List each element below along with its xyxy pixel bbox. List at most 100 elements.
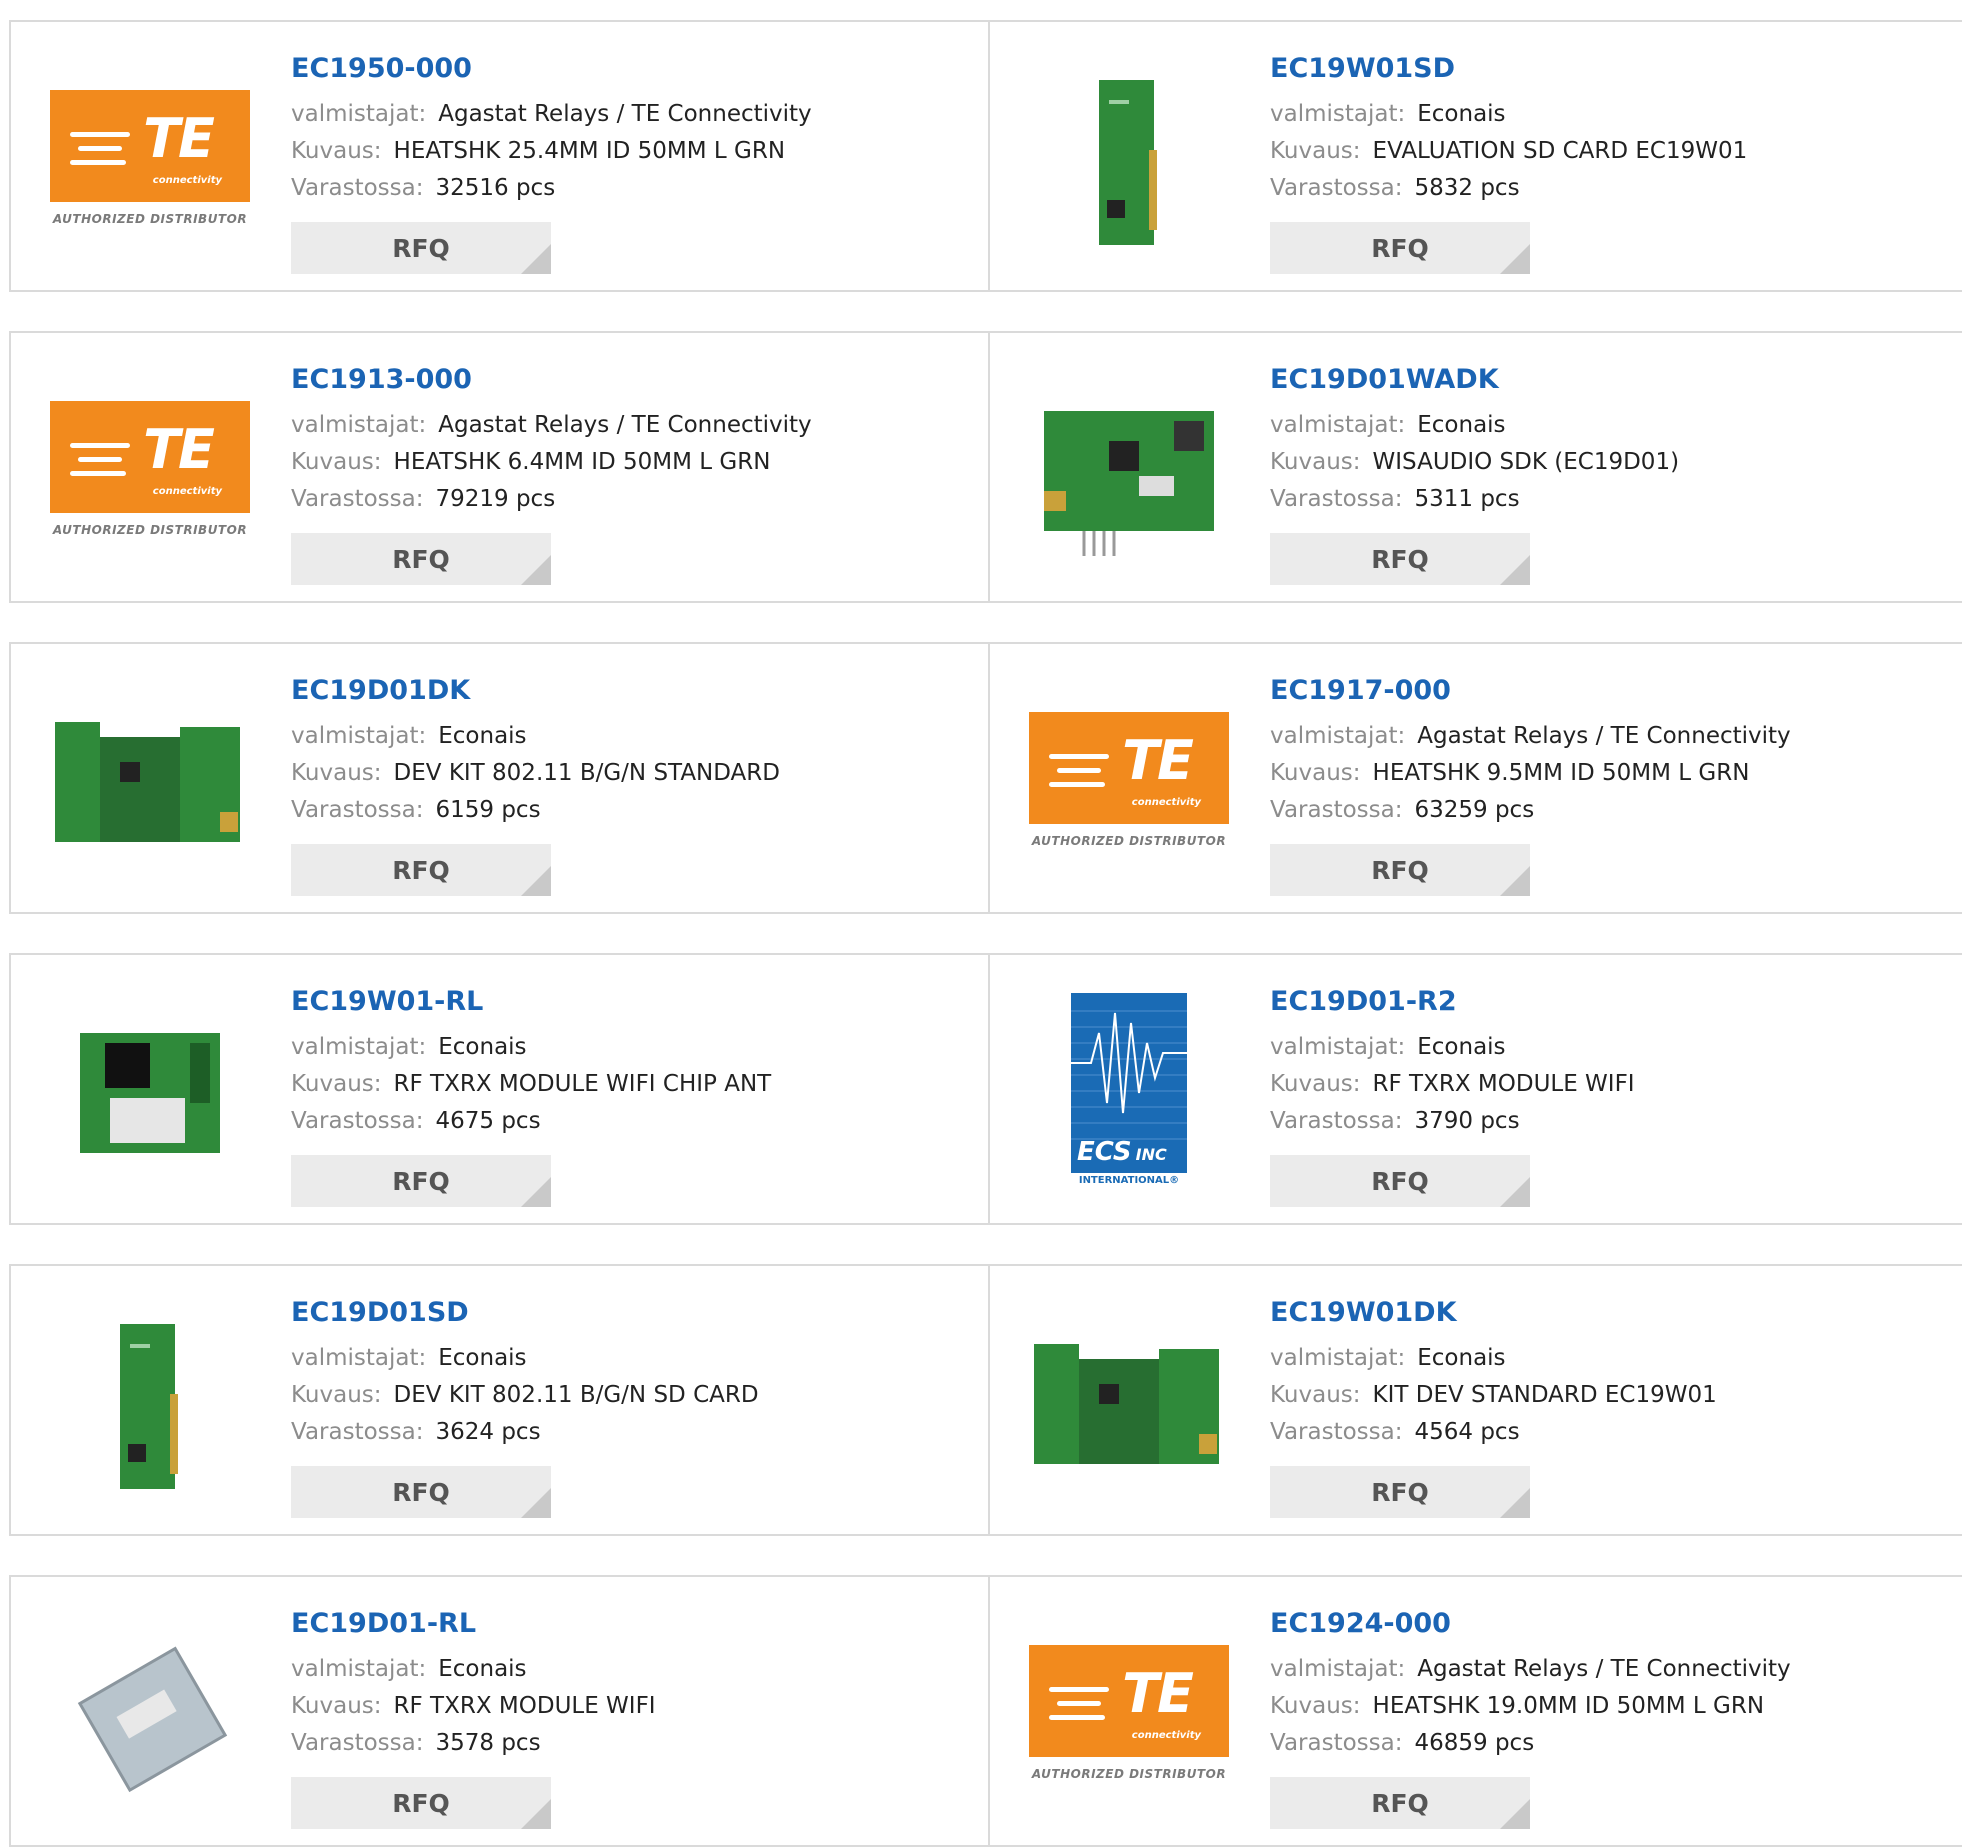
manufacturer-label: valmistajat: bbox=[291, 1656, 427, 1682]
manufacturer-label: valmistajat: bbox=[1270, 723, 1406, 749]
stock-value: 63259 pcs bbox=[1414, 797, 1535, 823]
te-stripes-icon bbox=[1049, 754, 1109, 796]
product-part-number-link[interactable]: EC19D01-R2 bbox=[1270, 985, 1945, 1019]
stock-line: Varastossa: 5311 pcs bbox=[1270, 481, 1945, 518]
rfq-button-label: RFQ bbox=[392, 544, 450, 574]
product-thumbnail[interactable] bbox=[50, 682, 250, 882]
te-logo-letters: TE bbox=[143, 106, 215, 170]
product-part-number-link[interactable]: EC19D01-RL bbox=[291, 1607, 966, 1641]
stock-label: Varastossa: bbox=[1270, 1419, 1403, 1445]
description-label: Kuvaus: bbox=[291, 1693, 382, 1719]
product-part-number-link[interactable]: EC19D01WADK bbox=[1270, 363, 1945, 397]
stock-value: 79219 pcs bbox=[435, 486, 556, 512]
stock-value: 3624 pcs bbox=[435, 1419, 541, 1445]
rfq-button[interactable]: RFQ bbox=[1270, 222, 1530, 274]
product-part-number-link[interactable]: EC1917-000 bbox=[1270, 674, 1945, 708]
product-thumbnail[interactable]: ECS INC INTERNATIONAL® bbox=[1029, 993, 1229, 1193]
manufacturer-line: valmistajat: Agastat Relays / TE Connecti… bbox=[291, 96, 966, 133]
rfq-button[interactable]: RFQ bbox=[291, 844, 551, 896]
stock-label: Varastossa: bbox=[1270, 486, 1403, 512]
te-logo-tagline: connectivity bbox=[1131, 1730, 1201, 1741]
rfq-button[interactable]: RFQ bbox=[291, 1777, 551, 1829]
rfq-button[interactable]: RFQ bbox=[291, 1466, 551, 1518]
stock-label: Varastossa: bbox=[1270, 797, 1403, 823]
product-thumbnail[interactable]: TE connectivity AUTHORIZED DISTRIBUTOR bbox=[50, 60, 250, 260]
manufacturer-value: Agastat Relays / TE Connectivity bbox=[438, 101, 812, 127]
rfq-button-label: RFQ bbox=[392, 855, 450, 885]
description-line: Kuvaus: RF TXRX MODULE WIFI CHIP ANT bbox=[291, 1066, 966, 1103]
rfq-button[interactable]: RFQ bbox=[291, 1155, 551, 1207]
wifi-module-image bbox=[80, 1033, 220, 1153]
description-value: KIT DEV STANDARD EC19W01 bbox=[1372, 1382, 1717, 1408]
description-line: Kuvaus: HEATSHK 25.4MM ID 50MM L GRN bbox=[291, 133, 966, 170]
te-stripes-icon bbox=[1049, 1687, 1109, 1729]
description-label: Kuvaus: bbox=[291, 1382, 382, 1408]
product-part-number-link[interactable]: EC19W01-RL bbox=[291, 985, 966, 1019]
corner-triangle-icon bbox=[1500, 1488, 1530, 1518]
product-part-number-link[interactable]: EC1950-000 bbox=[291, 52, 966, 86]
corner-triangle-icon bbox=[521, 244, 551, 274]
product-thumbnail[interactable]: TE connectivity AUTHORIZED DISTRIBUTOR bbox=[1029, 682, 1229, 882]
description-line: Kuvaus: HEATSHK 9.5MM ID 50MM L GRN bbox=[1270, 755, 1945, 792]
corner-triangle-icon bbox=[1500, 555, 1530, 585]
product-info: EC1924-000 valmistajat: Agastat Relays / … bbox=[1270, 1607, 1945, 1762]
audio-board-image bbox=[1044, 411, 1214, 556]
product-part-number-link[interactable]: EC19W01DK bbox=[1270, 1296, 1945, 1330]
te-logo-box: TE connectivity bbox=[1029, 712, 1229, 824]
rfq-button-label: RFQ bbox=[392, 233, 450, 263]
product-info: EC1913-000 valmistajat: Agastat Relays / … bbox=[291, 363, 966, 518]
product-thumbnail[interactable] bbox=[50, 1304, 250, 1504]
ecs-logo-name: ECS INC bbox=[1077, 1137, 1167, 1167]
stock-label: Varastossa: bbox=[291, 797, 424, 823]
product-thumbnail[interactable]: TE connectivity AUTHORIZED DISTRIBUTOR bbox=[1029, 1615, 1229, 1815]
te-connectivity-logo: TE connectivity AUTHORIZED DISTRIBUTOR bbox=[50, 401, 250, 541]
description-value: DEV KIT 802.11 B/G/N SD CARD bbox=[393, 1382, 759, 1408]
product-row: EC19D01DK valmistajat: Econais Kuvaus: DEV… bbox=[9, 642, 1962, 914]
product-part-number-link[interactable]: EC1924-000 bbox=[1270, 1607, 1945, 1641]
manufacturer-line: valmistajat: Econais bbox=[291, 1651, 966, 1688]
stock-line: Varastossa: 46859 pcs bbox=[1270, 1725, 1945, 1762]
product-part-number-link[interactable]: EC19W01SD bbox=[1270, 52, 1945, 86]
description-line: Kuvaus: HEATSHK 19.0MM ID 50MM L GRN bbox=[1270, 1688, 1945, 1725]
rfq-button[interactable]: RFQ bbox=[291, 222, 551, 274]
manufacturer-line: valmistajat: Econais bbox=[291, 718, 966, 755]
product-info: EC19D01-RL valmistajat: Econais Kuvaus: RF… bbox=[291, 1607, 966, 1762]
product-info: EC1950-000 valmistajat: Agastat Relays / … bbox=[291, 52, 966, 207]
sd-card-board-image bbox=[1099, 80, 1157, 245]
manufacturer-label: valmistajat: bbox=[291, 412, 427, 438]
rfq-button[interactable]: RFQ bbox=[1270, 1466, 1530, 1518]
product-part-number-link[interactable]: EC1913-000 bbox=[291, 363, 966, 397]
product-part-number-link[interactable]: EC19D01SD bbox=[291, 1296, 966, 1330]
description-line: Kuvaus: DEV KIT 802.11 B/G/N SD CARD bbox=[291, 1377, 966, 1414]
stock-line: Varastossa: 3578 pcs bbox=[291, 1725, 966, 1762]
rfq-button[interactable]: RFQ bbox=[1270, 1155, 1530, 1207]
stock-label: Varastossa: bbox=[291, 175, 424, 201]
stock-label: Varastossa: bbox=[291, 1730, 424, 1756]
description-label: Kuvaus: bbox=[291, 760, 382, 786]
te-logo-tagline: connectivity bbox=[152, 486, 222, 497]
description-label: Kuvaus: bbox=[1270, 1382, 1361, 1408]
product-thumbnail[interactable] bbox=[1029, 1304, 1229, 1504]
stock-value: 5311 pcs bbox=[1414, 486, 1520, 512]
product-part-number-link[interactable]: EC19D01DK bbox=[291, 674, 966, 708]
product-thumbnail[interactable]: TE connectivity AUTHORIZED DISTRIBUTOR bbox=[50, 371, 250, 571]
manufacturer-line: valmistajat: Agastat Relays / TE Connecti… bbox=[1270, 1651, 1945, 1688]
product-thumbnail[interactable] bbox=[1029, 60, 1229, 260]
rfq-button[interactable]: RFQ bbox=[1270, 533, 1530, 585]
product-card: TE connectivity AUTHORIZED DISTRIBUTOR E… bbox=[11, 333, 986, 601]
description-value: DEV KIT 802.11 B/G/N STANDARD bbox=[393, 760, 780, 786]
product-thumbnail[interactable] bbox=[50, 993, 250, 1193]
description-line: Kuvaus: RF TXRX MODULE WIFI bbox=[291, 1688, 966, 1725]
product-card: EC19D01WADK valmistajat: Econais Kuvaus: W… bbox=[990, 333, 1962, 601]
manufacturer-line: valmistajat: Econais bbox=[1270, 96, 1945, 133]
corner-triangle-icon bbox=[1500, 1177, 1530, 1207]
stock-line: Varastossa: 4564 pcs bbox=[1270, 1414, 1945, 1451]
product-card: EC19W01-RL valmistajat: Econais Kuvaus: RF… bbox=[11, 955, 986, 1223]
rfq-button[interactable]: RFQ bbox=[1270, 1777, 1530, 1829]
product-row: EC19D01-RL valmistajat: Econais Kuvaus: RF… bbox=[9, 1575, 1962, 1847]
product-thumbnail[interactable] bbox=[1029, 371, 1229, 571]
rfq-button[interactable]: RFQ bbox=[291, 533, 551, 585]
product-thumbnail[interactable] bbox=[50, 1615, 250, 1815]
rfq-button[interactable]: RFQ bbox=[1270, 844, 1530, 896]
stock-label: Varastossa: bbox=[1270, 1730, 1403, 1756]
